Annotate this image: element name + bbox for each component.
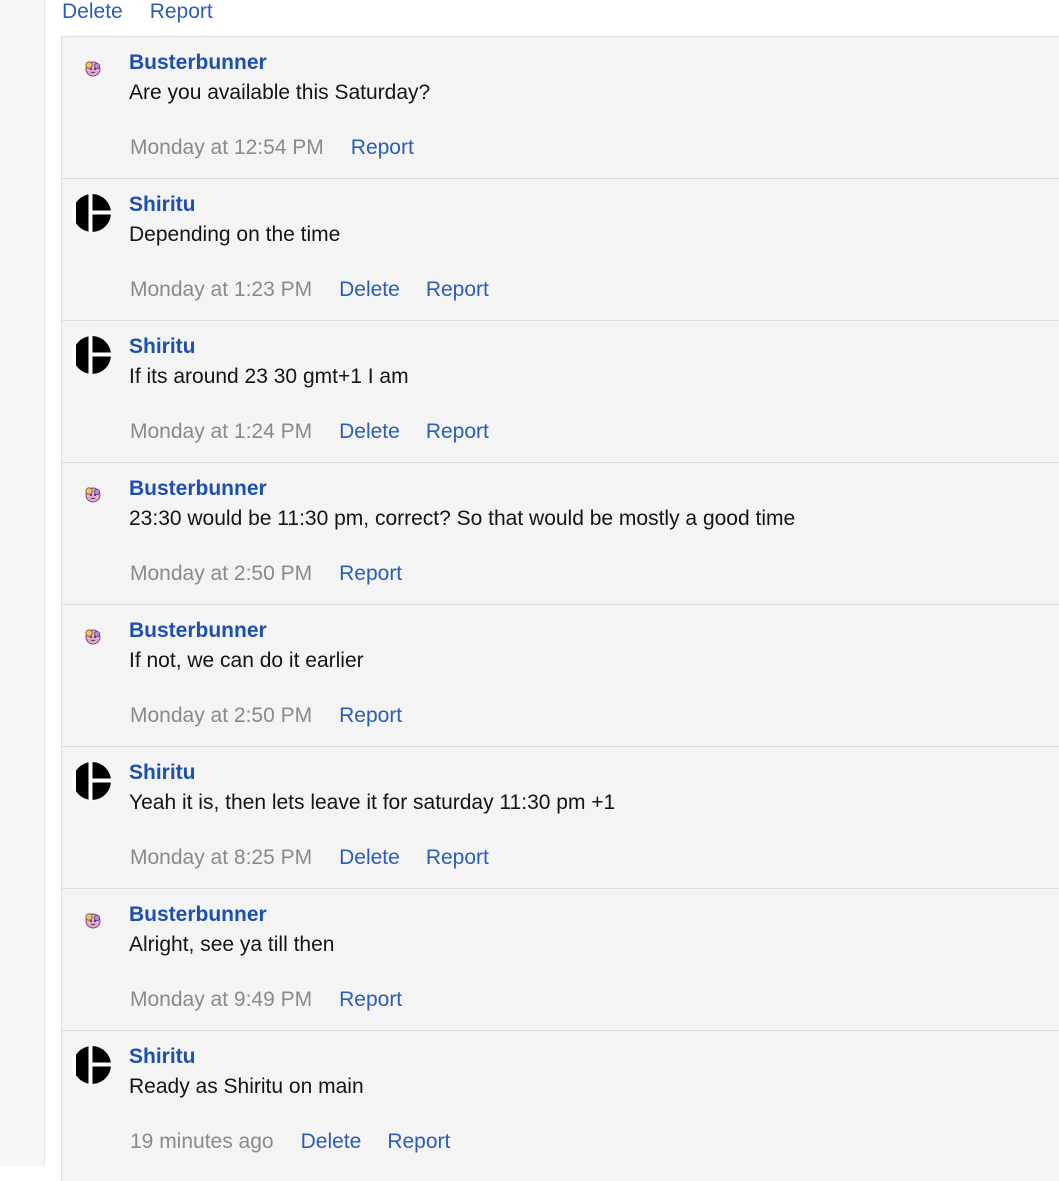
smash-logo-icon[interactable]: [72, 1045, 112, 1085]
message-meta: Monday at 1:24 PM Delete Report: [130, 420, 515, 444]
message-timestamp[interactable]: Monday at 2:50 PM: [130, 704, 312, 728]
delete-link[interactable]: Delete: [339, 846, 400, 870]
message-text: Ready as Shiritu on main: [129, 1075, 364, 1098]
message-item: Shiritu Ready as Shiritu on main 19 minute…: [62, 1031, 1059, 1181]
message-author[interactable]: Busterbunner: [129, 477, 267, 501]
report-link[interactable]: Report: [426, 420, 489, 444]
message-meta: 19 minutes ago Delete Report: [130, 1130, 476, 1154]
smash-logo-icon[interactable]: [72, 761, 112, 801]
message-item: Busterbunner 23:30 would be 11:30 pm, cor…: [62, 463, 1059, 605]
smash-logo-icon[interactable]: [72, 193, 112, 233]
message-timestamp[interactable]: Monday at 8:25 PM: [130, 846, 312, 870]
report-link[interactable]: Report: [339, 988, 402, 1012]
message-timestamp[interactable]: 19 minutes ago: [130, 1130, 274, 1154]
message-author[interactable]: Busterbunner: [129, 619, 267, 643]
message-item: Busterbunner If not, we can do it earlier…: [62, 605, 1059, 747]
delete-link[interactable]: Delete: [301, 1130, 362, 1154]
report-link[interactable]: Report: [351, 136, 414, 160]
delete-link[interactable]: Delete: [62, 0, 123, 24]
message-meta: Monday at 2:50 PM Report: [130, 704, 428, 728]
message-item: Busterbunner Alright, see ya till then Mon…: [62, 889, 1059, 1031]
message-meta: Monday at 1:23 PM Delete Report: [130, 278, 515, 302]
message-author[interactable]: Shiritu: [129, 761, 196, 785]
message-text: If its around 23 30 gmt+1 I am: [129, 365, 409, 388]
pink-creature-icon[interactable]: [82, 625, 104, 647]
report-link[interactable]: Report: [339, 562, 402, 586]
message-thread: Busterbunner Are you available this Satur…: [61, 36, 1059, 1181]
message-item: Shiritu If its around 23 30 gmt+1 I am Mon…: [62, 321, 1059, 463]
message-author[interactable]: Shiritu: [129, 1045, 196, 1069]
message-timestamp[interactable]: Monday at 1:23 PM: [130, 278, 312, 302]
report-link[interactable]: Report: [426, 278, 489, 302]
message-text: Alright, see ya till then: [129, 933, 335, 956]
report-link[interactable]: Report: [426, 846, 489, 870]
previous-message-actions: Delete Report: [62, 0, 213, 30]
report-link[interactable]: Report: [339, 704, 402, 728]
delete-link[interactable]: Delete: [339, 420, 400, 444]
message-author[interactable]: Busterbunner: [129, 903, 267, 927]
pink-creature-icon[interactable]: [82, 57, 104, 79]
report-link[interactable]: Report: [150, 0, 213, 24]
message-text: If not, we can do it earlier: [129, 649, 364, 672]
smash-logo-icon[interactable]: [72, 335, 112, 375]
delete-link[interactable]: Delete: [339, 278, 400, 302]
left-gutter: [0, 0, 45, 1166]
message-timestamp[interactable]: Monday at 12:54 PM: [130, 136, 324, 160]
message-meta: Monday at 8:25 PM Delete Report: [130, 846, 515, 870]
message-item: Shiritu Yeah it is, then lets leave it fo…: [62, 747, 1059, 889]
message-item: Shiritu Depending on the time Monday at 1:…: [62, 179, 1059, 321]
report-link[interactable]: Report: [387, 1130, 450, 1154]
message-author[interactable]: Busterbunner: [129, 51, 267, 75]
message-author[interactable]: Shiritu: [129, 335, 196, 359]
message-text: Yeah it is, then lets leave it for satur…: [129, 791, 616, 814]
message-author[interactable]: Shiritu: [129, 193, 196, 217]
message-text: Depending on the time: [129, 223, 341, 246]
pink-creature-icon[interactable]: [82, 909, 104, 931]
message-timestamp[interactable]: Monday at 1:24 PM: [130, 420, 312, 444]
message-timestamp[interactable]: Monday at 2:50 PM: [130, 562, 312, 586]
message-meta: Monday at 9:49 PM Report: [130, 988, 428, 1012]
message-item: Busterbunner Are you available this Satur…: [62, 37, 1059, 179]
message-meta: Monday at 12:54 PM Report: [130, 136, 440, 160]
message-text: Are you available this Saturday?: [129, 81, 431, 104]
message-meta: Monday at 2:50 PM Report: [130, 562, 428, 586]
pink-creature-icon[interactable]: [82, 483, 104, 505]
message-timestamp[interactable]: Monday at 9:49 PM: [130, 988, 312, 1012]
message-text: 23:30 would be 11:30 pm, correct? So tha…: [129, 507, 796, 530]
